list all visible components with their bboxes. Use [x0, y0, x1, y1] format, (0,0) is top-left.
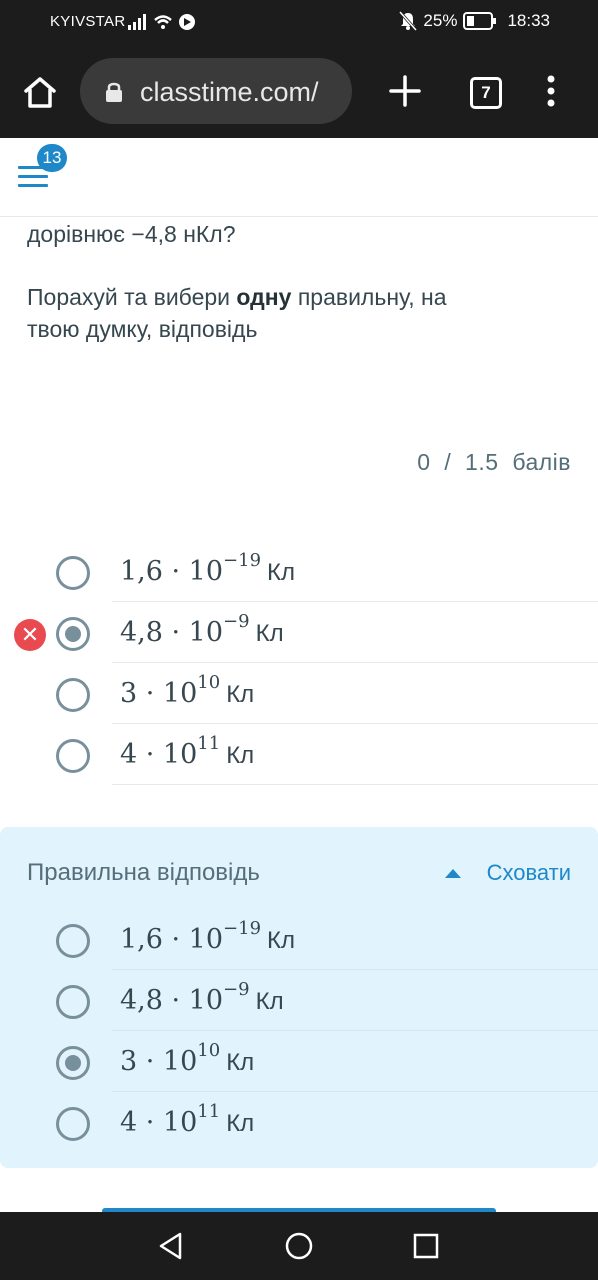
- carrier-name: KYIVSTAR: [50, 13, 126, 30]
- correct-answer-panel: Правильна відповідь Сховати 1,6 · 10−19 К…: [0, 827, 598, 1168]
- correct-option: 1,6 · 10−19 Кл: [0, 910, 598, 970]
- correct-option-marked: 3 · 1010 Кл: [0, 1032, 598, 1092]
- divider: [112, 969, 598, 970]
- clock: 18:33: [507, 11, 550, 30]
- recents-icon[interactable]: [411, 1231, 441, 1261]
- option-label: 1,6 · 10−19 Кл: [120, 550, 296, 587]
- lock-icon: [106, 82, 122, 102]
- address-bar[interactable]: classtime.com/: [80, 58, 352, 124]
- tab-switcher-button[interactable]: 7: [470, 77, 502, 109]
- option-label: 4 · 1011 Кл: [120, 733, 255, 770]
- radio-button[interactable]: [56, 556, 90, 590]
- score-unit: балів: [512, 449, 571, 475]
- score-earned: 0: [417, 449, 431, 475]
- radio-button: [56, 924, 90, 958]
- answer-option[interactable]: 4 · 1011 Кл: [0, 725, 598, 785]
- radio-button-checked: [56, 1046, 90, 1080]
- new-tab-icon[interactable]: [388, 74, 422, 108]
- option-label: 4 · 1011 Кл: [120, 1101, 255, 1138]
- notification-badge: 13: [37, 144, 67, 172]
- url-text: classtime.com/: [140, 77, 319, 107]
- option-label: 1,6 · 10−19 Кл: [120, 918, 296, 955]
- score-display: 0 / 1.5 балів: [417, 449, 571, 475]
- answer-option[interactable]: 3 · 1010 Кл: [0, 664, 598, 724]
- correct-option: 4 · 1011 Кл: [0, 1093, 598, 1153]
- more-menu-icon[interactable]: [545, 74, 557, 108]
- answer-option[interactable]: 1,6 · 10−19 Кл: [0, 542, 598, 602]
- option-label: 4,8 · 10−9 Кл: [120, 611, 284, 648]
- question-instruction: Порахуй та вибери одну правильну, на твою…: [27, 284, 447, 342]
- signal-wifi-play-icons: [128, 12, 198, 37]
- divider: [112, 784, 598, 785]
- home-nav-icon[interactable]: [284, 1231, 314, 1261]
- radio-button: [56, 1107, 90, 1141]
- radio-button[interactable]: [56, 739, 90, 773]
- option-label: 3 · 1010 Кл: [120, 1040, 255, 1077]
- radio-button[interactable]: [56, 678, 90, 712]
- divider: [112, 723, 598, 724]
- question-text: дорівнює −4,8 нКл?: [27, 221, 236, 247]
- hide-button[interactable]: Сховати: [444, 860, 571, 886]
- status-bar: KYIVSTAR 25% 18:33: [0, 0, 598, 46]
- hide-label: Сховати: [486, 860, 571, 885]
- divider: [112, 662, 598, 663]
- correct-answer-title: Правильна відповідь: [27, 859, 260, 886]
- divider: [112, 601, 598, 602]
- divider: [112, 1030, 598, 1031]
- browser-toolbar: classtime.com/ 7: [0, 46, 598, 138]
- app-header: 13: [0, 138, 598, 217]
- chevron-up-icon: [444, 868, 461, 878]
- back-icon[interactable]: [156, 1231, 186, 1261]
- divider: [112, 1091, 598, 1092]
- radio-button-checked[interactable]: [56, 617, 90, 651]
- home-icon[interactable]: [22, 74, 58, 110]
- correct-option: 4,8 · 10−9 Кл: [0, 971, 598, 1031]
- incorrect-icon: ✕: [14, 619, 46, 651]
- battery-icon: [463, 12, 497, 30]
- score-max: 1.5: [465, 449, 499, 475]
- system-nav-bar: [0, 1212, 598, 1280]
- battery-percent: 25%: [423, 11, 458, 30]
- option-label: 4,8 · 10−9 Кл: [120, 979, 284, 1016]
- answer-option-selected[interactable]: ✕ 4,8 · 10−9 Кл: [0, 603, 598, 663]
- radio-button: [56, 985, 90, 1019]
- bell-off-icon: [399, 11, 418, 31]
- option-label: 3 · 1010 Кл: [120, 672, 255, 709]
